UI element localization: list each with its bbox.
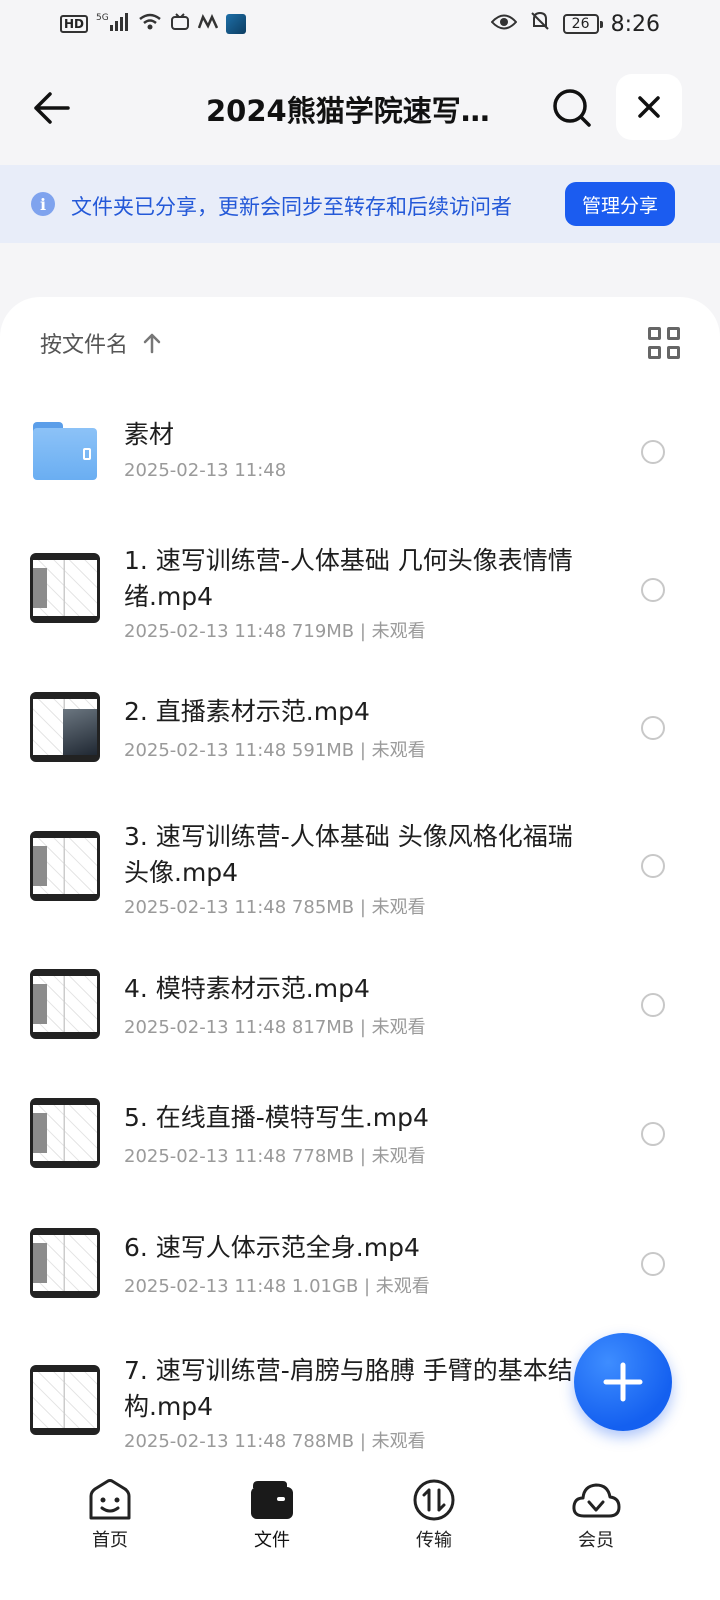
video-thumbnail: [30, 1098, 100, 1168]
clock: 8:26: [610, 11, 660, 37]
app-header: 2024熊猫学院速写…: [0, 62, 720, 154]
wallet-folder-icon: [251, 1481, 293, 1519]
file-meta: 2025-02-13 11:48 785MB | 未观看: [124, 897, 426, 918]
nav-files[interactable]: 文件: [191, 1478, 353, 1552]
bottom-nav: 首页 文件 传输 会员: [0, 1460, 720, 1600]
nav-home[interactable]: 首页: [29, 1478, 191, 1552]
file-meta: 2025-02-13 11:48 719MB | 未观看: [124, 621, 426, 642]
plus-icon: [603, 1362, 643, 1402]
file-meta: 2025-02-13 11:48 778MB | 未观看: [124, 1146, 426, 1167]
sort-by-name-button[interactable]: 按文件名: [40, 327, 128, 359]
bell-off-icon: [529, 10, 551, 38]
video-thumbnail: [30, 553, 100, 623]
nav-vip[interactable]: 会员: [515, 1478, 677, 1552]
sort-row: 按文件名: [40, 325, 680, 361]
file-name: 4. 模特素材示范.mp4: [124, 974, 370, 1003]
file-meta: 2025-02-13 11:48 788MB | 未观看: [124, 1431, 426, 1452]
page-title: 2024熊猫学院速写…: [206, 94, 490, 128]
search-button[interactable]: [548, 84, 596, 132]
transfer-icon: [413, 1479, 455, 1521]
nav-transfer-label: 传输: [416, 1530, 452, 1551]
app-avatar-icon: [226, 14, 247, 34]
nav-vip-label: 会员: [578, 1530, 614, 1551]
share-banner-text: 文件夹已分享，更新会同步至转存和后续访问者: [71, 195, 512, 219]
video-thumbnail: [30, 969, 100, 1039]
file-meta: 2025-02-13 11:48: [124, 460, 287, 481]
file-name: 2. 直播素材示范.mp4: [124, 697, 370, 726]
signal-5g-icon: 5G: [96, 11, 130, 38]
video-thumbnail: [30, 831, 100, 901]
file-meta: 2025-02-13 11:48 1.01GB | 未观看: [124, 1276, 430, 1297]
arrow-up-icon[interactable]: [142, 332, 162, 354]
file-name: 5. 在线直播-模特写生.mp4: [124, 1103, 429, 1132]
list-item[interactable]: 4. 模特素材示范.mp4 2025-02-13 11:48 817MB | 未…: [0, 969, 720, 1069]
close-icon: [638, 96, 660, 118]
list-item[interactable]: 2. 直播素材示范.mp4 2025-02-13 11:48 591MB | 未…: [0, 692, 720, 792]
file-name: 6. 速写人体示范全身.mp4: [124, 1233, 420, 1262]
select-radio[interactable]: [641, 716, 665, 740]
select-radio[interactable]: [641, 578, 665, 602]
manage-share-button[interactable]: 管理分享: [565, 182, 675, 226]
file-meta: 2025-02-13 11:48 591MB | 未观看: [124, 740, 426, 761]
network-5g-label: 5G: [96, 13, 109, 23]
battery-indicator: 26: [562, 14, 603, 34]
share-banner: i 文件夹已分享，更新会同步至转存和后续访问者 管理分享: [0, 165, 720, 243]
list-item[interactable]: 素材 2025-02-13 11:48: [0, 397, 720, 507]
file-name: 3. 速写训练营-人体基础 头像风格化福瑞头像.mp4: [124, 822, 573, 887]
arrow-left-icon: [34, 92, 70, 124]
wifi-icon: [138, 12, 162, 37]
select-radio[interactable]: [641, 1252, 665, 1276]
grid-view-icon[interactable]: [648, 327, 680, 359]
search-icon: [553, 89, 591, 127]
select-radio[interactable]: [641, 854, 665, 878]
bilibili-icon: [170, 12, 190, 37]
select-radio[interactable]: [641, 993, 665, 1017]
back-button[interactable]: [28, 84, 76, 132]
list-item[interactable]: 6. 速写人体示范全身.mp4 2025-02-13 11:48 1.01GB …: [0, 1228, 720, 1328]
info-icon: i: [31, 192, 55, 216]
nav-files-label: 文件: [254, 1530, 290, 1551]
folder-icon: [33, 422, 97, 480]
list-item[interactable]: 3. 速写训练营-人体基础 头像风格化福瑞头像.mp4 2025-02-13 1…: [0, 813, 720, 933]
list-item[interactable]: 5. 在线直播-模特写生.mp4 2025-02-13 11:48 778MB …: [0, 1098, 720, 1198]
home-smile-icon: [89, 1479, 131, 1520]
select-radio[interactable]: [641, 1122, 665, 1146]
file-name: 1. 速写训练营-人体基础 几何头像表情情绪.mp4: [124, 546, 573, 611]
select-radio[interactable]: [641, 440, 665, 464]
status-right: 26 8:26: [490, 10, 660, 38]
file-meta: 2025-02-13 11:48 817MB | 未观看: [124, 1017, 426, 1038]
nav-transfer[interactable]: 传输: [353, 1478, 515, 1552]
hd-badge: HD: [60, 15, 89, 33]
video-thumbnail: [30, 692, 100, 762]
status-left: HD 5G: [60, 11, 247, 38]
video-thumbnail: [30, 1228, 100, 1298]
file-name: 7. 速写训练营-肩膀与胳膊 手臂的基本结构.mp4: [124, 1356, 573, 1421]
video-thumbnail: [30, 1365, 100, 1435]
nav-home-label: 首页: [92, 1530, 128, 1551]
app-m-icon: [197, 13, 219, 35]
add-button[interactable]: [574, 1333, 672, 1431]
cloud-vip-icon: [572, 1483, 621, 1518]
list-item[interactable]: 1. 速写训练营-人体基础 几何头像表情情绪.mp4 2025-02-13 11…: [0, 537, 720, 657]
file-name: 素材: [124, 420, 175, 449]
status-bar: HD 5G 26 8:26: [0, 0, 720, 48]
close-button[interactable]: [616, 74, 682, 140]
file-list-panel: 按文件名 素材 2025-02-13 11:48 1. 速写训练营-人体基础 几…: [0, 297, 720, 1477]
eye-icon: [490, 12, 517, 37]
